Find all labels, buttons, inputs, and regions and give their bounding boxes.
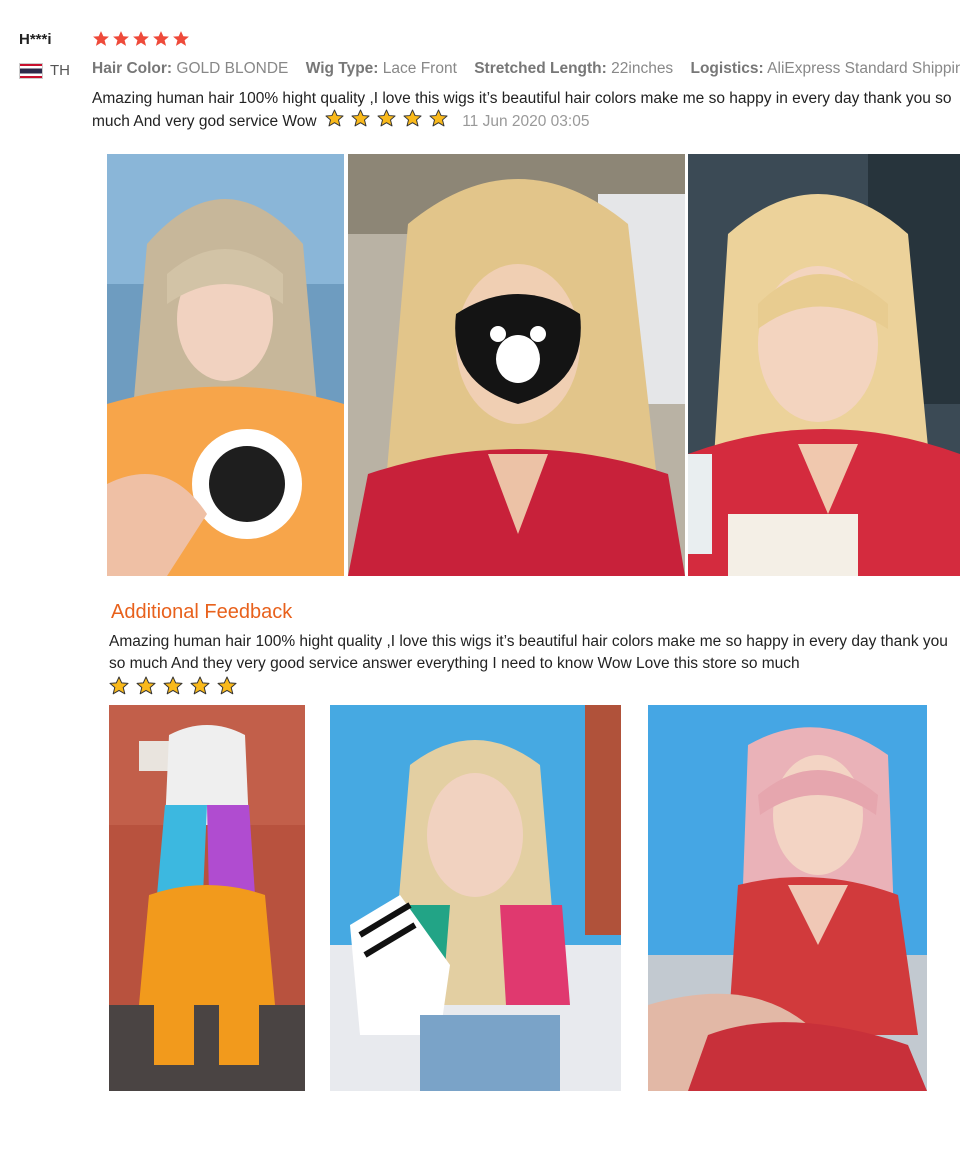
thailand-flag-icon xyxy=(19,62,43,79)
additional-photo[interactable] xyxy=(109,705,305,1091)
photo-image xyxy=(109,705,305,1091)
attribute-logistics: Logistics: AliExpress Standard Shipping xyxy=(690,60,960,77)
additional-feedback-text: Amazing human hair 100% hight quality ,I… xyxy=(109,633,948,672)
country-code: TH xyxy=(50,62,70,79)
review-date: 11 Jun 2020 03:05 xyxy=(462,113,590,130)
review-photo[interactable] xyxy=(107,154,344,576)
photo-image xyxy=(348,154,685,576)
star-icon xyxy=(133,31,149,46)
review-text: Amazing human hair 100% hight quality ,I… xyxy=(92,88,952,132)
review-photo[interactable] xyxy=(688,154,960,576)
photo-image xyxy=(330,705,621,1091)
rating-stars xyxy=(92,30,190,48)
additional-feedback-title: Additional Feedback xyxy=(111,601,293,623)
reviewer-country: TH xyxy=(19,62,70,79)
star-icon xyxy=(377,109,396,127)
additional-photo[interactable] xyxy=(648,705,927,1091)
product-attributes: Hair Color: GOLD BLONDE Wig Type: Lace F… xyxy=(92,60,960,78)
star-icon xyxy=(93,31,109,46)
review-photo[interactable] xyxy=(348,154,685,576)
star-icon xyxy=(403,109,422,127)
star-icon xyxy=(325,109,344,127)
attribute-stretched-length: Stretched Length: 22inches xyxy=(474,60,674,77)
additional-emoji-stars xyxy=(109,676,237,696)
star-icon xyxy=(153,31,169,46)
star-icon xyxy=(190,676,210,695)
star-icon xyxy=(163,676,183,695)
star-icon xyxy=(429,109,448,127)
star-icon xyxy=(173,31,189,46)
photo-image xyxy=(688,154,960,576)
attribute-wig-type: Wig Type: Lace Front xyxy=(305,60,457,77)
additional-photo[interactable] xyxy=(330,705,621,1091)
photo-image xyxy=(107,154,344,576)
attribute-hair-color: Hair Color: GOLD BLONDE xyxy=(92,60,289,77)
star-icon xyxy=(351,109,370,127)
star-icon xyxy=(136,676,156,695)
reviewer-name: H***i xyxy=(19,31,52,48)
star-icon xyxy=(109,676,129,695)
star-icon xyxy=(113,31,129,46)
emoji-stars xyxy=(325,109,448,128)
photo-image xyxy=(648,705,927,1091)
star-icon xyxy=(217,676,237,695)
